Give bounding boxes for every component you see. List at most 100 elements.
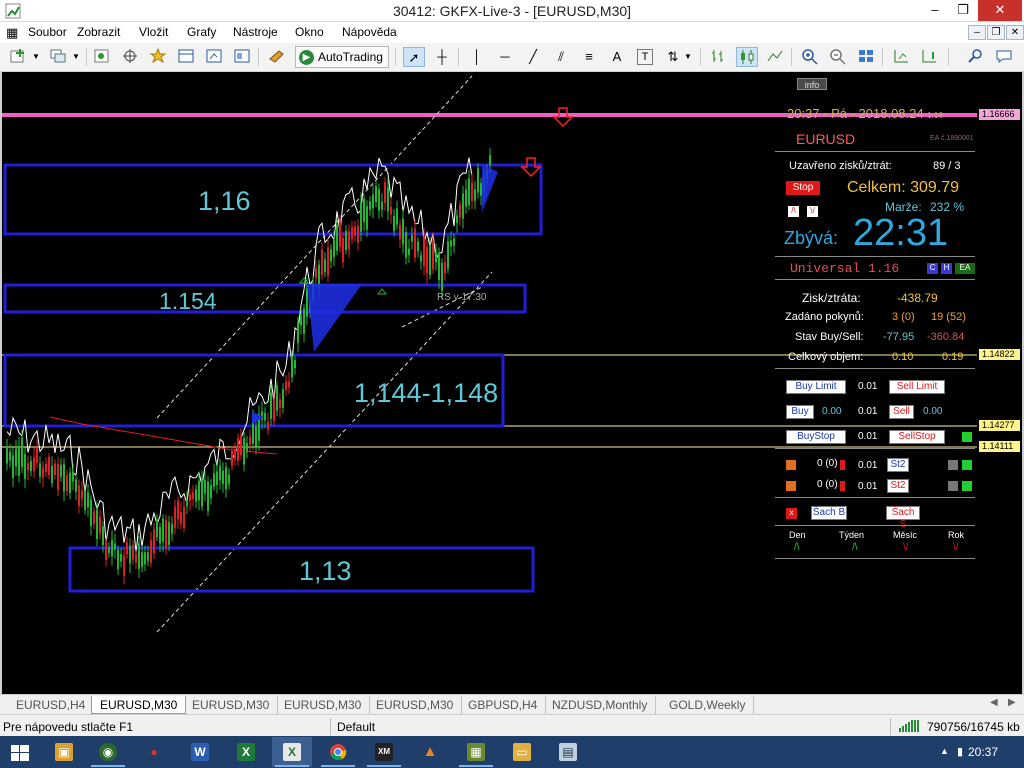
task-excel-active[interactable]: X <box>272 737 312 767</box>
tab-eurusd-m30-2[interactable]: EURUSD,M30 <box>184 696 279 714</box>
x-close-icon[interactable]: x <box>786 508 797 519</box>
menu-vlozit[interactable]: Vložit <box>139 25 168 39</box>
menu-napoveda[interactable]: Nápověda <box>342 25 397 39</box>
tab-eurusd-m30-3[interactable]: EURUSD,M30 <box>276 696 371 714</box>
row2-green-toggle[interactable] <box>962 481 972 491</box>
buy-limit-button[interactable]: Buy Limit <box>786 380 846 394</box>
bar-chart-icon[interactable] <box>708 47 730 67</box>
zoom-out-icon[interactable] <box>827 47 849 67</box>
chat-icon[interactable] <box>993 47 1015 67</box>
tab-eurusd-h4[interactable]: EURUSD,H4 <box>8 696 95 714</box>
crosshair-tool-icon[interactable]: ┼ <box>431 47 453 67</box>
task-app[interactable]: ● <box>134 737 174 767</box>
channel-icon[interactable]: ⫽ <box>550 47 572 67</box>
row2-gray-toggle[interactable] <box>948 481 958 491</box>
profiles-icon[interactable] <box>48 47 70 67</box>
cursor-tool-icon[interactable]: ➚ <box>403 47 425 67</box>
vertical-line-icon[interactable]: │ <box>466 47 488 67</box>
task-vlc[interactable]: ▲ <box>410 737 450 767</box>
line-chart-icon[interactable] <box>764 47 786 67</box>
tab-nzdusd-monthly[interactable]: NZDUSD,Monthly <box>544 696 657 714</box>
info-button[interactable]: info <box>797 78 827 90</box>
tray-arrow-icon[interactable]: ▲ <box>940 746 949 756</box>
orange-toggle-square[interactable] <box>786 460 796 470</box>
stop-button[interactable]: Stop <box>786 181 820 195</box>
sell-limit-button[interactable]: Sell Limit <box>889 380 945 394</box>
market-lot[interactable]: 0.01 <box>858 406 877 417</box>
sach-s-button[interactable]: Šach S <box>886 506 920 530</box>
buy-limit-lot[interactable]: 0.01 <box>858 381 877 392</box>
mdi-restore-button[interactable]: ❐ <box>987 25 1005 40</box>
mdi-close-button[interactable]: ✕ <box>1006 25 1024 40</box>
tester-icon[interactable] <box>203 47 225 67</box>
arrows-dropdown-icon[interactable]: ▼ <box>682 47 694 67</box>
tile-windows-icon[interactable] <box>855 47 877 67</box>
search-icon[interactable] <box>965 47 987 67</box>
favorites-icon[interactable] <box>147 47 169 67</box>
maximize-button[interactable]: ❐ <box>948 0 978 21</box>
task-word[interactable]: W <box>180 737 220 767</box>
chart-window-icon[interactable]: ▦ <box>6 25 18 41</box>
task-app-2[interactable]: ▦ <box>456 737 496 767</box>
task-chrome[interactable] <box>318 737 358 767</box>
label-tool-icon[interactable]: T <box>637 49 653 65</box>
menu-soubor[interactable]: Soubor <box>28 25 67 39</box>
badge-ea[interactable]: EA <box>955 263 975 274</box>
autoscroll-icon[interactable] <box>918 47 940 67</box>
new-chart-icon[interactable] <box>8 47 30 67</box>
horizontal-line-icon[interactable]: ─ <box>494 47 516 67</box>
tab-eurusd-m30-4[interactable]: EURUSD,M30 <box>368 696 463 714</box>
task-explorer[interactable]: ▭ <box>502 737 542 767</box>
minimize-button[interactable]: ‒ <box>920 0 950 21</box>
fibonacci-icon[interactable]: ≡ <box>578 47 600 67</box>
row1-green-toggle[interactable] <box>962 460 972 470</box>
task-xm[interactable]: XM <box>364 737 404 767</box>
row1-st2-button[interactable]: St2 <box>887 458 909 472</box>
menu-grafy[interactable]: Grafy <box>187 25 216 39</box>
task-excel[interactable]: X <box>226 737 266 767</box>
arrows-tool-icon[interactable]: ⇅ <box>662 47 684 67</box>
menu-okno[interactable]: Okno <box>295 25 324 39</box>
text-tool-icon[interactable]: A <box>606 47 628 67</box>
badge-h[interactable]: H <box>941 263 952 274</box>
buy-button[interactable]: Buy <box>786 405 814 419</box>
sach-b-button[interactable]: Šach B <box>811 506 847 520</box>
tray-network-icon[interactable]: ▮ <box>957 745 963 758</box>
row2-lot[interactable]: 0.01 <box>858 481 877 492</box>
tab-gbpusd-h4[interactable]: GBPUSD,H4 <box>460 696 547 714</box>
autotrading-button[interactable]: ▶ AutoTrading <box>295 46 389 68</box>
close-button[interactable]: ✕ <box>978 0 1022 21</box>
stop-lot[interactable]: 0.01 <box>858 431 877 442</box>
menu-zobrazit[interactable]: Zobrazit <box>77 25 120 39</box>
row1-lot[interactable]: 0.01 <box>858 460 877 471</box>
orange-toggle-square[interactable] <box>786 481 796 491</box>
task-remote[interactable]: ▤ <box>548 737 588 767</box>
tab-eurusd-m30-active[interactable]: EURUSD,M30 <box>91 696 187 714</box>
task-metatrader[interactable]: ◉ <box>88 737 128 767</box>
tray-clock[interactable]: 20:37 <box>968 745 998 759</box>
tab-gold-weekly[interactable]: GOLD,Weekly <box>661 696 755 714</box>
start-button[interactable] <box>0 737 40 767</box>
row2-st2-button[interactable]: St2 <box>887 479 909 493</box>
crosshair-nav-icon[interactable] <box>119 47 141 67</box>
tabs-scroll-left-icon[interactable]: ◀ <box>990 697 998 708</box>
metaeditor-icon[interactable] <box>266 47 288 67</box>
row1-gray-toggle[interactable] <box>948 460 958 470</box>
badge-c[interactable]: C <box>927 263 938 274</box>
profiles-dropdown-icon[interactable]: ▼ <box>70 47 82 67</box>
zoom-in-icon[interactable] <box>799 47 821 67</box>
green-status-square[interactable] <box>962 432 972 442</box>
task-file-manager[interactable]: ▣ <box>44 737 84 767</box>
mdi-minimize-button[interactable]: ‒ <box>968 25 986 40</box>
navigator-icon[interactable] <box>231 47 253 67</box>
market-watch-icon[interactable] <box>91 47 113 67</box>
sell-stop-button[interactable]: SellStop <box>889 430 945 444</box>
new-chart-dropdown-icon[interactable]: ▼ <box>30 47 42 67</box>
buy-stop-button[interactable]: BuyStop <box>786 430 846 444</box>
price-chart[interactable]: 1,16 1.154 1,144-1,148 1,13 RS v 17:30 i… <box>0 72 1024 694</box>
sell-button[interactable]: Sell <box>889 405 914 419</box>
candlestick-icon[interactable] <box>736 47 758 67</box>
menu-nastroje[interactable]: Nástroje <box>233 25 278 39</box>
chart-shift-icon[interactable] <box>890 47 912 67</box>
terminal-icon[interactable] <box>175 47 197 67</box>
